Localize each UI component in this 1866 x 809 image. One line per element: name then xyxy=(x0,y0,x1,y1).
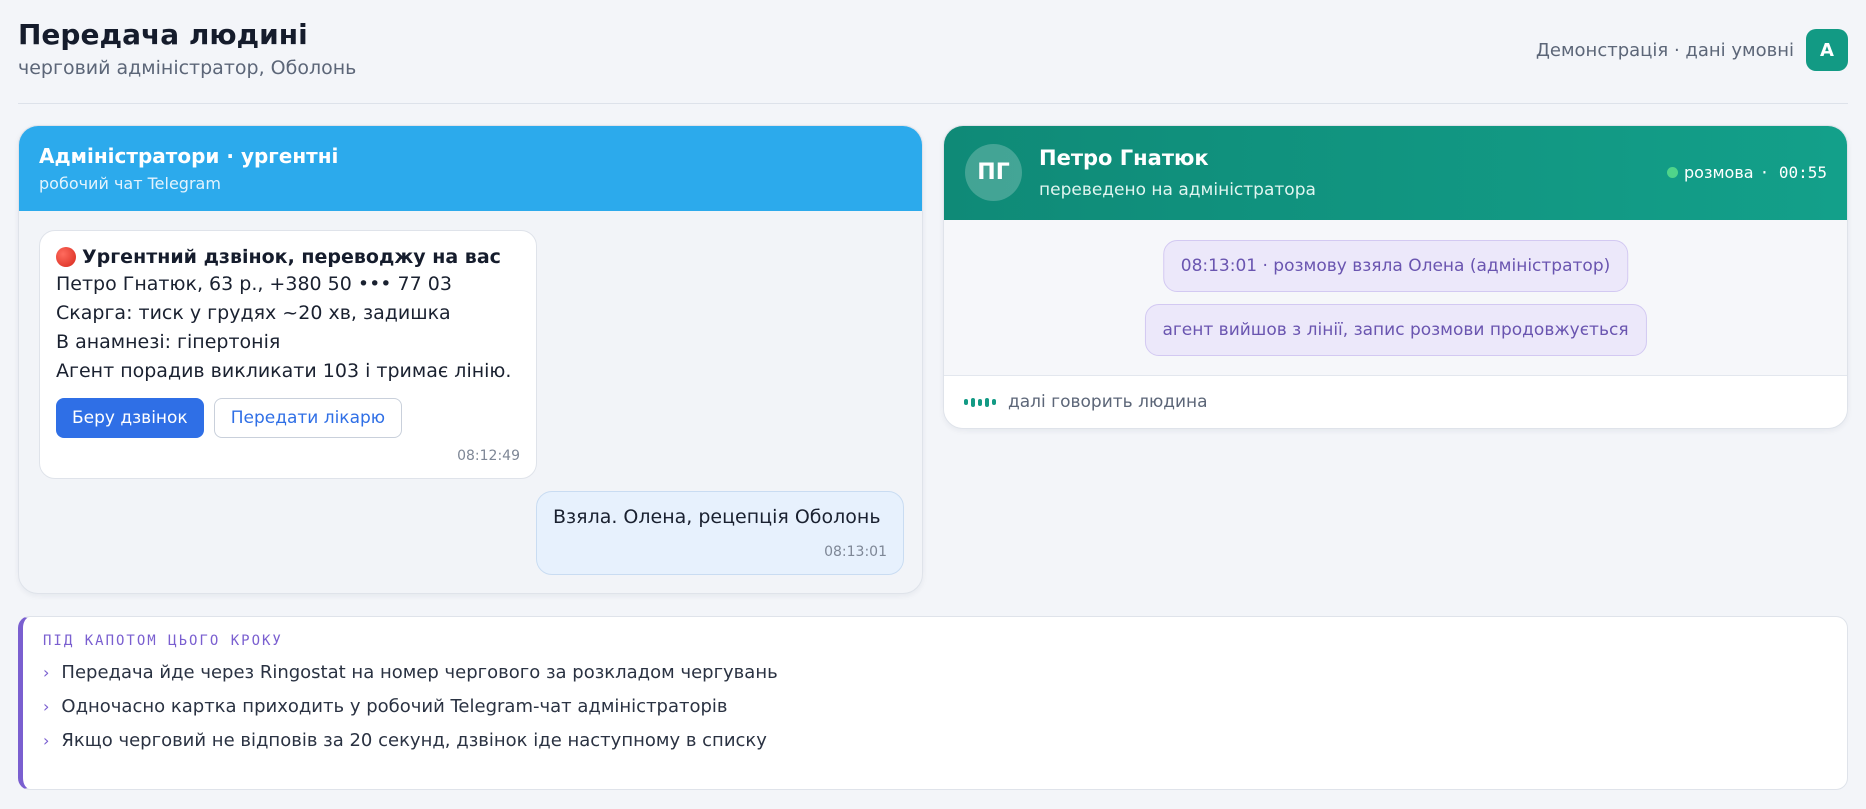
list-item: › Передача йде через Ringostat на номер … xyxy=(43,662,1827,683)
reply-timestamp: 08:13:01 xyxy=(824,544,887,560)
status-dot-icon xyxy=(1667,167,1679,178)
agent-advice-line: Агент порадив викликати 103 і тримає лін… xyxy=(56,360,512,382)
call-timer: · 00:55 xyxy=(1759,163,1827,182)
urgent-card-title: Ургентний дзвінок, переводжу на вас xyxy=(56,243,520,270)
telegram-chat-header: Адміністратори · ургентні робочий чат Te… xyxy=(19,126,922,211)
chevron-right-icon: › xyxy=(43,663,50,682)
list-item: › Одночасно картка приходить у робочий T… xyxy=(43,696,1827,717)
take-call-button[interactable]: Беру дзвінок xyxy=(56,398,204,438)
card-buttons: Беру дзвінок Передати лікарю xyxy=(56,398,520,438)
list-item-text: Якщо черговий не відповів за 20 секунд, … xyxy=(61,730,767,751)
page-title: Передача людині xyxy=(18,18,308,51)
caller-avatar: ПГ xyxy=(965,144,1022,201)
system-message: агент вийшов з лінії, запис розмови прод… xyxy=(1144,304,1647,356)
telegram-chat-subtitle: робочий чат Telegram xyxy=(39,174,221,193)
page-subtitle: черговий адміністратор, Оболонь xyxy=(18,57,357,79)
call-footer: далі говорить людина xyxy=(944,375,1847,428)
list-item-text: Одночасно картка приходить у робочий Tel… xyxy=(61,696,728,717)
urgent-card-title-text: Ургентний дзвінок, переводжу на вас xyxy=(82,245,501,268)
call-status: розмова · 00:55 xyxy=(1667,163,1827,182)
complaint-line: Скарга: тиск у грудях ~20 хв, задишка xyxy=(56,302,451,324)
list-item-text: Передача йде через Ringostat на номер че… xyxy=(61,662,778,683)
under-the-hood-title: ПІД КАПОТОМ ЦЬОГО КРОКУ xyxy=(43,633,283,649)
caller-name: Петро Гнатюк xyxy=(1039,146,1209,170)
telegram-chat-panel: Адміністратори · ургентні робочий чат Te… xyxy=(18,125,923,594)
telegram-chat-title: Адміністратори · ургентні xyxy=(39,144,339,168)
call-body: 08:13:01 · розмову взяла Олена (адмініст… xyxy=(944,220,1847,377)
chevron-right-icon: › xyxy=(43,731,50,750)
chevron-right-icon: › xyxy=(43,697,50,716)
user-avatar[interactable]: А xyxy=(1806,29,1848,71)
reply-text: Взяла. Олена, рецепція Оболонь xyxy=(553,506,881,528)
call-panel: ПГ Петро Гнатюк переведено на адміністра… xyxy=(943,125,1848,429)
anamnesis-line: В анамнезі: гіпертонія xyxy=(56,331,281,353)
reply-message: Взяла. Олена, рецепція Оболонь 08:13:01 xyxy=(536,491,904,575)
call-subtitle: переведено на адміністратора xyxy=(1039,180,1316,200)
demo-label: Демонстрація · дані умовні xyxy=(1535,39,1794,61)
under-the-hood-panel: ПІД КАПОТОМ ЦЬОГО КРОКУ › Передача йде ч… xyxy=(18,616,1848,790)
audio-wave-icon xyxy=(964,397,996,407)
list-item: › Якщо черговий не відповів за 20 секунд… xyxy=(43,730,1827,751)
patient-info-line: Петро Гнатюк, 63 р., +380 50 ••• 77 03 xyxy=(56,273,452,295)
call-footer-text: далі говорить людина xyxy=(1008,392,1208,412)
urgent-call-card: Ургентний дзвінок, переводжу на вас Петр… xyxy=(39,230,537,479)
transfer-to-doctor-button[interactable]: Передати лікарю xyxy=(213,398,403,438)
header-right: Демонстрація · дані умовні А xyxy=(1536,29,1848,71)
system-message: 08:13:01 · розмову взяла Олена (адмініст… xyxy=(1162,240,1629,292)
call-header: ПГ Петро Гнатюк переведено на адміністра… xyxy=(944,126,1847,220)
card-timestamp: 08:12:49 xyxy=(457,448,520,464)
page-header: Передача людині черговий адміністратор, … xyxy=(18,0,1848,104)
red-circle-icon xyxy=(56,246,76,267)
call-status-label: розмова xyxy=(1684,163,1754,182)
